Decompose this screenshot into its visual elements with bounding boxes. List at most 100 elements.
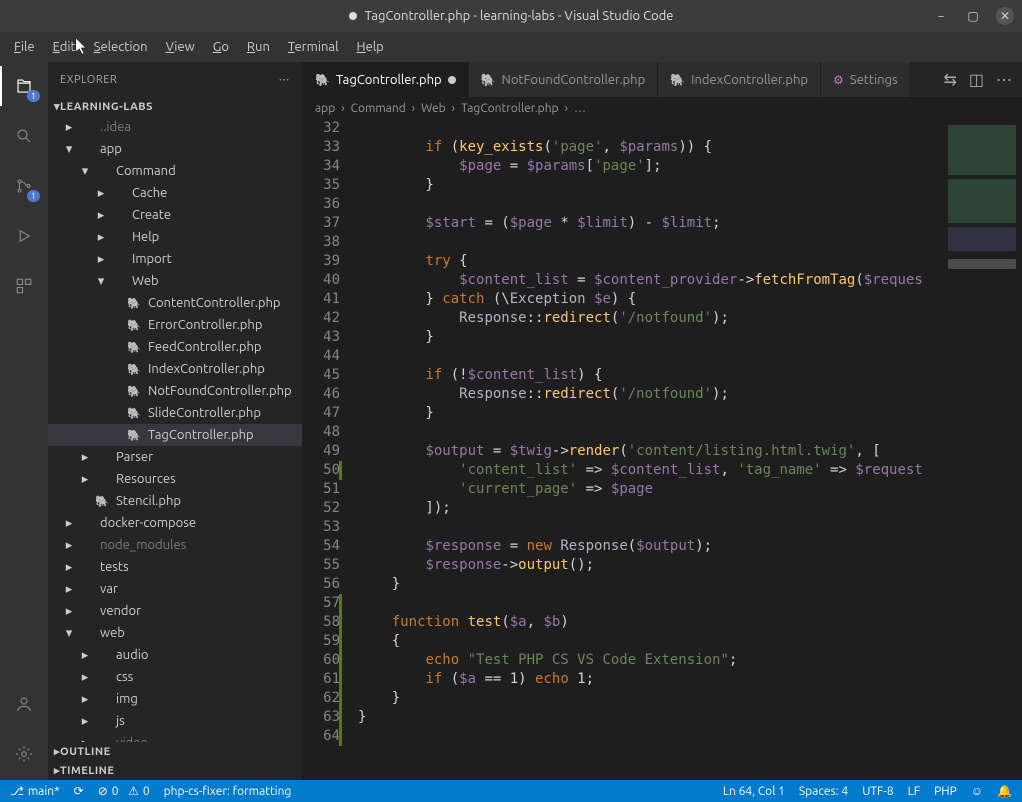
tab-notfoundcontroller-php[interactable]: 🐘NotFoundController.php xyxy=(469,62,659,97)
folder-item[interactable]: ▸Resources xyxy=(48,468,302,490)
language-mode[interactable]: PHP xyxy=(934,785,957,798)
menu-view[interactable]: View xyxy=(158,36,203,58)
breadcrumb-item[interactable]: app xyxy=(315,102,335,115)
menu-file[interactable]: File xyxy=(6,36,43,58)
tree-label: TagController.php xyxy=(148,428,254,442)
formatter-status[interactable]: php-cs-fixer: formatting xyxy=(164,785,292,798)
tree-label: js xyxy=(116,714,125,728)
minimize-button[interactable]: − xyxy=(932,7,950,25)
folder-item[interactable]: ▸Import xyxy=(48,248,302,270)
folder-icon xyxy=(78,119,94,135)
folder-header[interactable]: ▾ LEARNING-LABS xyxy=(48,97,302,116)
menu-selection[interactable]: Selection xyxy=(86,36,156,58)
chevron-icon xyxy=(110,428,124,442)
folder-icon xyxy=(110,207,126,223)
chevron-icon xyxy=(110,406,124,420)
breadcrumb-item[interactable]: … xyxy=(574,102,586,115)
file-item[interactable]: 🐘NotFoundController.php xyxy=(48,380,302,402)
sync-icon[interactable]: ⟳ xyxy=(74,784,84,798)
maximize-button[interactable]: ▢ xyxy=(964,7,982,25)
menu-run[interactable]: Run xyxy=(239,36,278,58)
folder-item[interactable]: ▸video xyxy=(48,732,302,742)
chevron-icon: ▸ xyxy=(94,252,108,266)
file-item[interactable]: 🐘ContentController.php xyxy=(48,292,302,314)
notifications-icon[interactable]: 🔔 xyxy=(997,784,1012,798)
php-file-icon: 🐘 xyxy=(670,73,685,87)
folder-item[interactable]: ▾app xyxy=(48,138,302,160)
folder-name: LEARNING-LABS xyxy=(60,101,153,113)
folder-item[interactable]: ▸tests xyxy=(48,556,302,578)
indent-setting[interactable]: Spaces: 4 xyxy=(799,785,848,798)
breadcrumb-item[interactable]: Web xyxy=(421,102,446,115)
folder-item[interactable]: ▸..idea xyxy=(48,116,302,138)
tab-label: Settings xyxy=(850,73,898,87)
compare-icon[interactable]: ⇆ xyxy=(943,70,956,89)
folder-item[interactable]: ▸css xyxy=(48,666,302,688)
folder-item[interactable]: ▸Help xyxy=(48,226,302,248)
folder-item[interactable]: ▸var xyxy=(48,578,302,600)
folder-item[interactable]: ▾Web xyxy=(48,270,302,292)
folder-item[interactable]: ▸img xyxy=(48,688,302,710)
tree-label: web xyxy=(100,626,125,640)
more-actions-icon[interactable]: ⋯ xyxy=(996,70,1012,89)
chevron-icon xyxy=(110,296,124,310)
cursor-position[interactable]: Ln 64, Col 1 xyxy=(723,785,785,798)
tree-label: app xyxy=(100,142,122,156)
folder-icon xyxy=(78,625,94,641)
split-editor-icon[interactable]: ◫ xyxy=(969,70,984,89)
feedback-icon[interactable]: ☺ xyxy=(971,784,983,798)
settings-gear-icon[interactable] xyxy=(10,740,38,768)
file-item[interactable]: 🐘TagController.php xyxy=(48,424,302,446)
tab-indexcontroller-php[interactable]: 🐘IndexController.php xyxy=(658,62,821,97)
chevron-icon: ▸ xyxy=(62,604,76,618)
tree-label: Resources xyxy=(116,472,176,486)
menu-edit[interactable]: Edit xyxy=(45,36,84,58)
timeline-header[interactable]: ▸TIMELINE xyxy=(48,761,302,780)
breadcrumbs[interactable]: app › Command › Web › TagController.php … xyxy=(303,97,1022,119)
close-button[interactable]: ✕ xyxy=(996,7,1014,25)
breadcrumb-item[interactable]: Command xyxy=(351,102,406,115)
eol[interactable]: LF xyxy=(908,785,920,798)
menu-help[interactable]: Help xyxy=(349,36,392,58)
code-editor[interactable]: 3233343536373839404142434445464748495051… xyxy=(303,119,1022,780)
folder-item[interactable]: ▸docker-compose xyxy=(48,512,302,534)
file-item[interactable]: 🐘ErrorController.php xyxy=(48,314,302,336)
tree-label: docker-compose xyxy=(100,516,196,530)
tab-settings[interactable]: ⚙Settings xyxy=(821,62,911,97)
tab-tagcontroller-php[interactable]: 🐘TagController.php xyxy=(303,62,469,97)
outline-header[interactable]: ▸OUTLINE xyxy=(48,742,302,761)
sidebar-more-icon[interactable]: ⋯ xyxy=(279,73,291,86)
accounts-icon[interactable] xyxy=(10,690,38,718)
folder-item[interactable]: ▸Cache xyxy=(48,182,302,204)
file-item[interactable]: 🐘Stencil.php xyxy=(48,490,302,512)
folder-item[interactable]: ▸node_modules xyxy=(48,534,302,556)
folder-item[interactable]: ▸audio xyxy=(48,644,302,666)
code-content[interactable]: if (key_exists('page', $params)) { $page… xyxy=(358,119,942,780)
folder-item[interactable]: ▸js xyxy=(48,710,302,732)
tree-label: audio xyxy=(116,648,148,662)
tree-label: node_modules xyxy=(100,538,186,552)
menu-go[interactable]: Go xyxy=(205,36,237,58)
file-item[interactable]: 🐘SlideController.php xyxy=(48,402,302,424)
breadcrumb-item[interactable]: TagController.php xyxy=(461,102,559,115)
folder-item[interactable]: ▸Create xyxy=(48,204,302,226)
extensions-icon[interactable] xyxy=(10,272,38,300)
file-item[interactable]: 🐘IndexController.php xyxy=(48,358,302,380)
folder-item[interactable]: ▾Command xyxy=(48,160,302,182)
explorer-badge: 1 xyxy=(27,90,40,102)
minimap[interactable] xyxy=(942,119,1022,780)
search-icon[interactable] xyxy=(10,122,38,150)
git-branch[interactable]: ⎇ main* xyxy=(10,784,60,798)
source-control-icon[interactable]: 1 xyxy=(10,172,38,200)
folder-item[interactable]: ▸vendor xyxy=(48,600,302,622)
file-item[interactable]: 🐘FeedController.php xyxy=(48,336,302,358)
encoding[interactable]: UTF-8 xyxy=(862,785,893,798)
menu-terminal[interactable]: Terminal xyxy=(280,36,347,58)
folder-item[interactable]: ▸Parser xyxy=(48,446,302,468)
folder-icon xyxy=(78,537,94,553)
problems[interactable]: ⊘ 0 ⚠ 0 xyxy=(98,784,150,798)
folder-item[interactable]: ▾web xyxy=(48,622,302,644)
run-debug-icon[interactable] xyxy=(10,222,38,250)
folder-icon xyxy=(110,229,126,245)
explorer-icon[interactable]: 1 xyxy=(10,72,38,100)
